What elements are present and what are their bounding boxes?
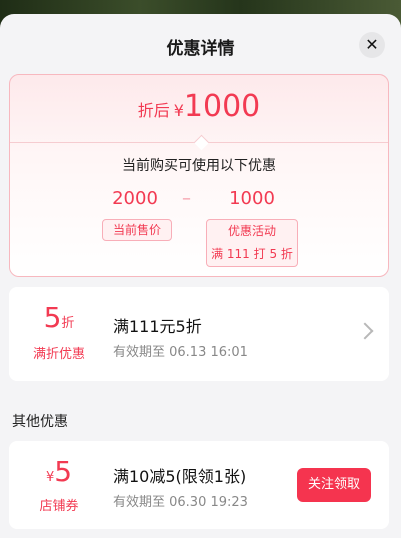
coupon-validity: 有效期至 06.13 16:01 (113, 345, 248, 360)
coupon-amount: 5 (43, 301, 62, 334)
discount-activity-tag: 优惠活动 满 111 打 5 折 (206, 219, 298, 267)
discount-tag-detail: 满 111 打 5 折 (211, 247, 293, 261)
coupon-unit: 折 (61, 316, 75, 331)
original-price-tag: 当前售价 (102, 219, 172, 241)
final-price-value: 1000 (183, 89, 261, 124)
divider-notch (193, 134, 210, 151)
coupon-value: ¥5 店铺券 (9, 441, 109, 529)
close-button[interactable]: ✕ (359, 32, 385, 58)
minus-sign: – (182, 188, 191, 209)
coupon-type: 满折优惠 (32, 347, 85, 362)
other-discounts-title: 其他优惠 (12, 414, 68, 430)
sheet-title: 优惠详情 (166, 39, 235, 59)
discount-details-sheet: 优惠详情 ✕ 折后 ¥1000 当前购买可使用以下优惠 2000 – 1000 当… (0, 14, 401, 538)
coupon-card-full-discount[interactable]: 5折 满折优惠 满111元5折 有效期至 06.13 16:01 (9, 287, 389, 381)
discount-tag-title: 优惠活动 (227, 224, 276, 238)
chevron-right-icon[interactable] (356, 322, 374, 340)
currency-symbol: ¥ (173, 101, 184, 120)
coupon-name: 满111元5折 (113, 317, 202, 336)
follow-claim-button[interactable]: 关注领取 (297, 468, 371, 502)
price-summary-card: 折后 ¥1000 当前购买可使用以下优惠 2000 – 1000 当前售价 优惠活… (9, 74, 389, 277)
coupon-value: 5折 满折优惠 (9, 287, 109, 381)
final-price-label: 折后 (137, 101, 170, 120)
coupon-name: 满10减5(限领1张) (113, 467, 247, 486)
final-price: 折后 ¥1000 (10, 89, 388, 124)
coupon-currency: ¥ (45, 470, 55, 485)
coupon-type: 店铺券 (39, 499, 79, 514)
coupon-amount: 5 (54, 455, 73, 488)
discount-amount: 1000 (229, 188, 275, 209)
coupon-card-store: ¥5 店铺券 满10减5(限领1张) 有效期至 06.30 19:23 关注领取 (9, 441, 389, 529)
original-price: 2000 (112, 188, 158, 209)
close-icon: ✕ (365, 35, 379, 54)
available-discounts-text: 当前购买可使用以下优惠 (122, 158, 276, 174)
coupon-validity: 有效期至 06.30 19:23 (113, 495, 248, 510)
sheet-header: 优惠详情 ✕ (0, 14, 401, 74)
